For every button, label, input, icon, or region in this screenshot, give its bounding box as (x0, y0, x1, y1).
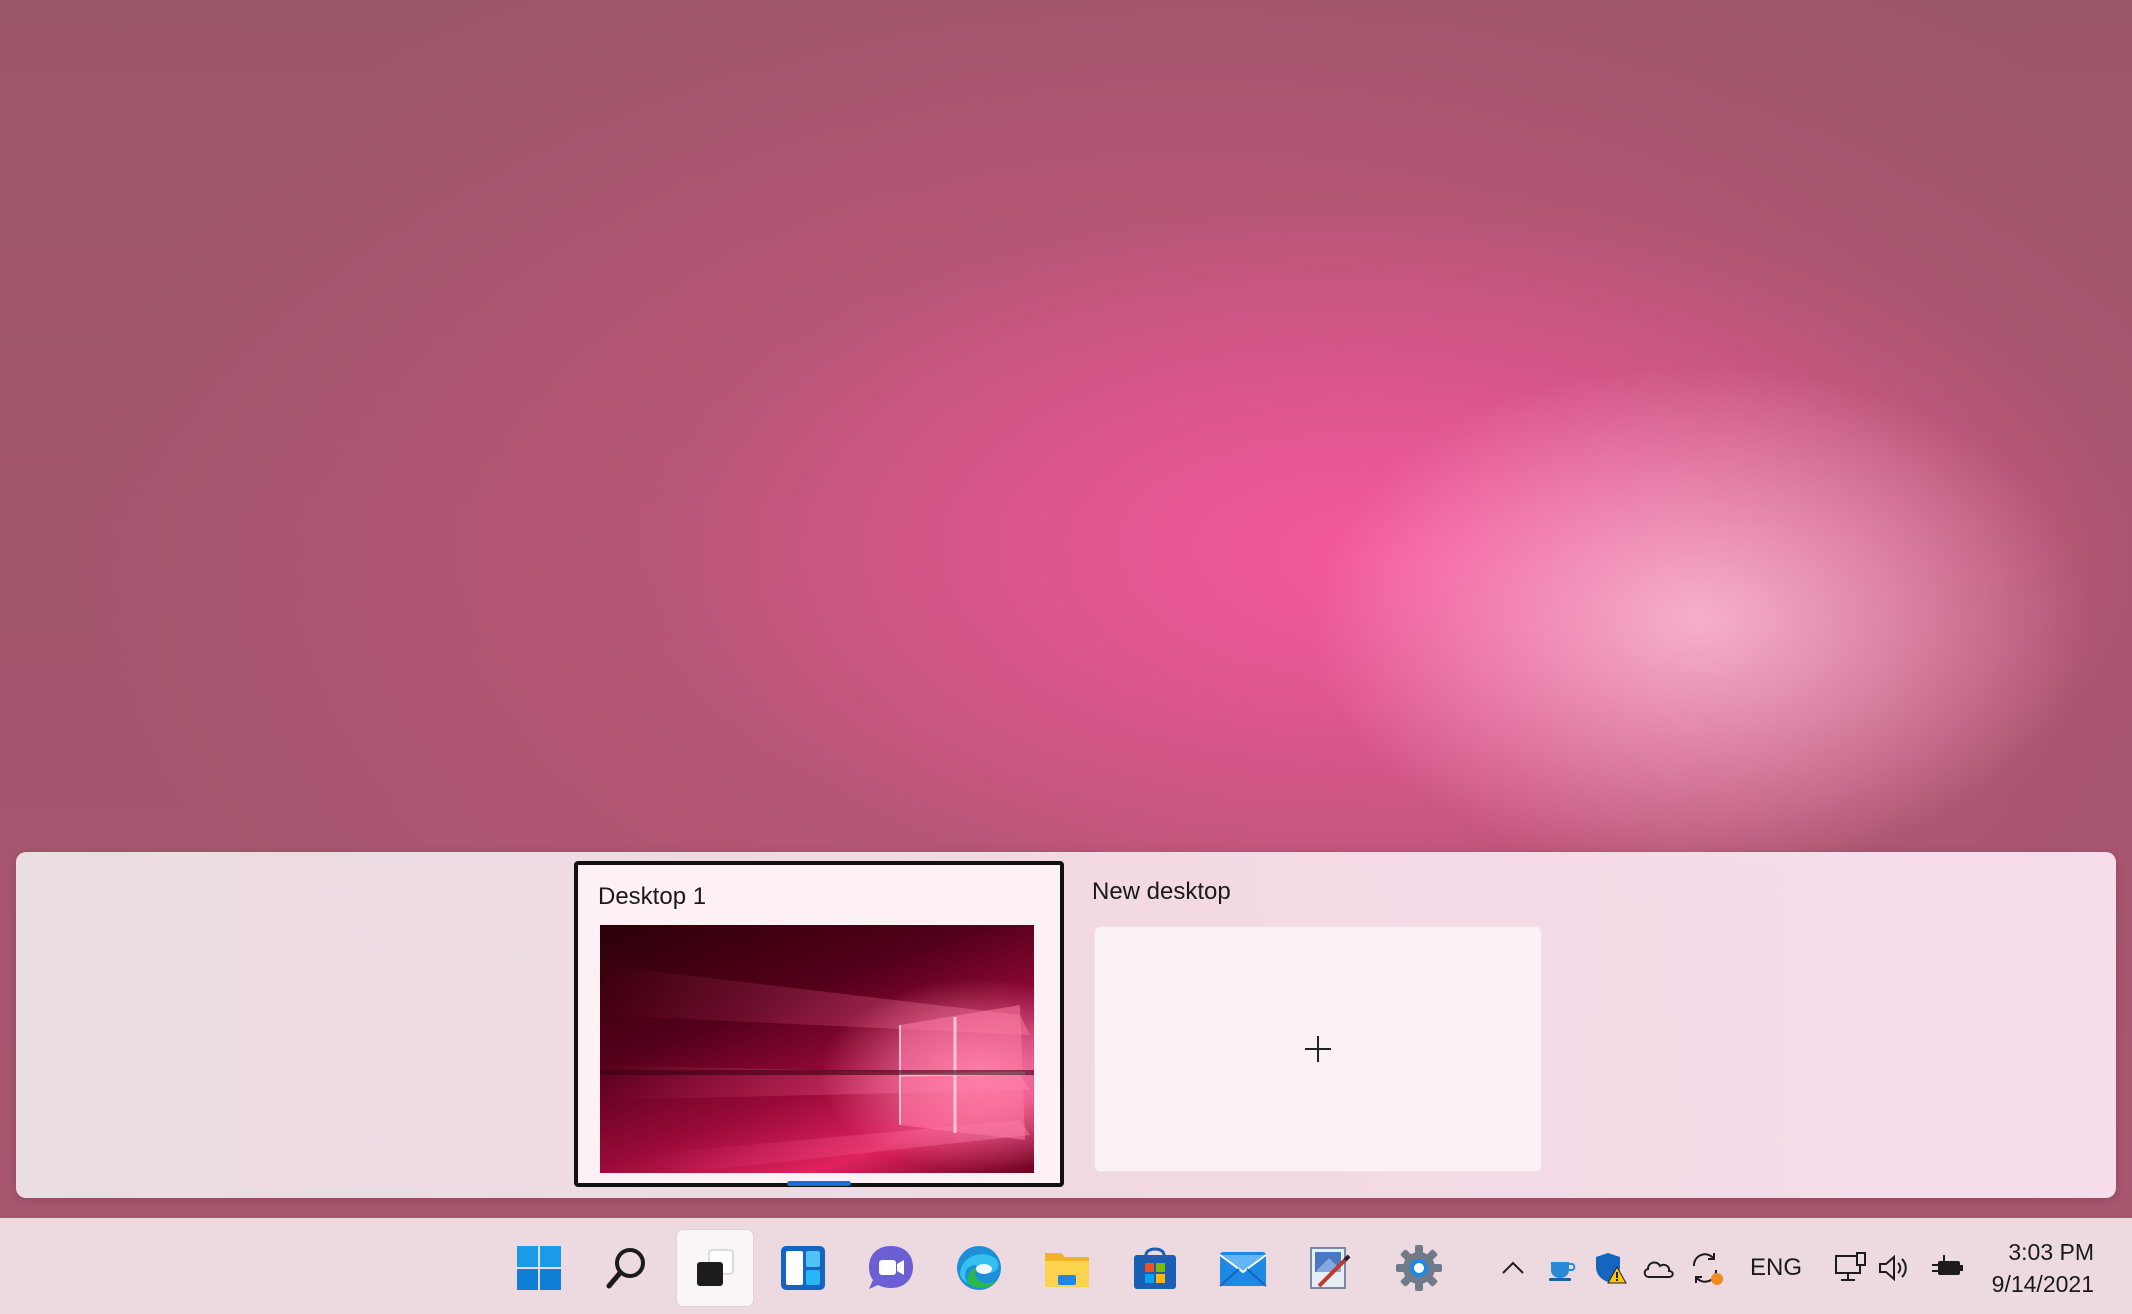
taskbar-clock[interactable]: 3:03 PM 9/14/2021 (1992, 1236, 2094, 1300)
settings-gear-icon (1396, 1245, 1442, 1291)
network-icon (1835, 1252, 1866, 1281)
tray-windows-security[interactable] (1590, 1248, 1630, 1288)
input-language-indicator[interactable]: ENG (1750, 1254, 1802, 1282)
defender-shield-warning-icon (1596, 1253, 1627, 1284)
tray-battery[interactable] (1928, 1248, 1968, 1288)
paint-icon (1310, 1247, 1351, 1289)
task-view-panel: Desktop 1 New desktop (16, 852, 2116, 1198)
mail-icon (1219, 1252, 1267, 1287)
windows-wallpaper-thumbnail (600, 965, 1034, 1173)
search-button[interactable] (589, 1230, 665, 1306)
battery-plug-icon (1932, 1255, 1963, 1275)
coffee-cup-icon (1549, 1262, 1576, 1281)
plus-icon (1305, 1036, 1331, 1062)
settings-button[interactable] (1381, 1230, 1457, 1306)
task-view-button[interactable] (677, 1230, 753, 1306)
chat-button[interactable] (853, 1230, 929, 1306)
store-icon (1134, 1247, 1176, 1289)
clock-date: 9/14/2021 (1991, 1271, 2094, 1297)
tray-network[interactable] (1830, 1248, 1870, 1288)
chevron-up-icon (1502, 1261, 1524, 1274)
windows-logo-icon (517, 1246, 561, 1290)
task-view-icon (697, 1249, 734, 1286)
tray-coffee-app[interactable] (1541, 1248, 1581, 1288)
store-button[interactable] (1117, 1230, 1193, 1306)
clock-time: 3:03 PM (2008, 1239, 2094, 1265)
paint-button[interactable] (1291, 1230, 1367, 1306)
start-button[interactable] (501, 1230, 577, 1306)
teams-chat-icon (869, 1246, 913, 1289)
onedrive-cloud-icon (1643, 1261, 1674, 1278)
new-desktop-button[interactable] (1094, 926, 1542, 1172)
tray-sync[interactable] (1686, 1248, 1726, 1288)
tray-onedrive[interactable] (1638, 1248, 1678, 1288)
edge-icon (957, 1246, 1001, 1290)
file-explorer-button[interactable] (1029, 1230, 1105, 1306)
tray-volume[interactable] (1874, 1248, 1914, 1288)
desktop-1-thumbnail[interactable] (600, 925, 1034, 1173)
mail-button[interactable] (1205, 1230, 1281, 1306)
active-desktop-indicator (787, 1181, 851, 1186)
volume-icon (1879, 1254, 1907, 1282)
desktop-1-label: Desktop 1 (598, 883, 707, 910)
taskbar: ENG 3:03 PM 9/14/2021 (0, 1218, 2132, 1314)
search-icon (606, 1248, 645, 1289)
file-explorer-icon (1045, 1253, 1089, 1287)
edge-button[interactable] (941, 1230, 1017, 1306)
new-desktop-label: New desktop (1092, 878, 1231, 905)
widgets-button[interactable] (765, 1230, 841, 1306)
sync-icon (1692, 1253, 1723, 1285)
desktop-1-card[interactable]: Desktop 1 (574, 861, 1064, 1187)
show-hidden-icons-button[interactable] (1493, 1248, 1533, 1288)
widgets-icon (781, 1246, 825, 1290)
